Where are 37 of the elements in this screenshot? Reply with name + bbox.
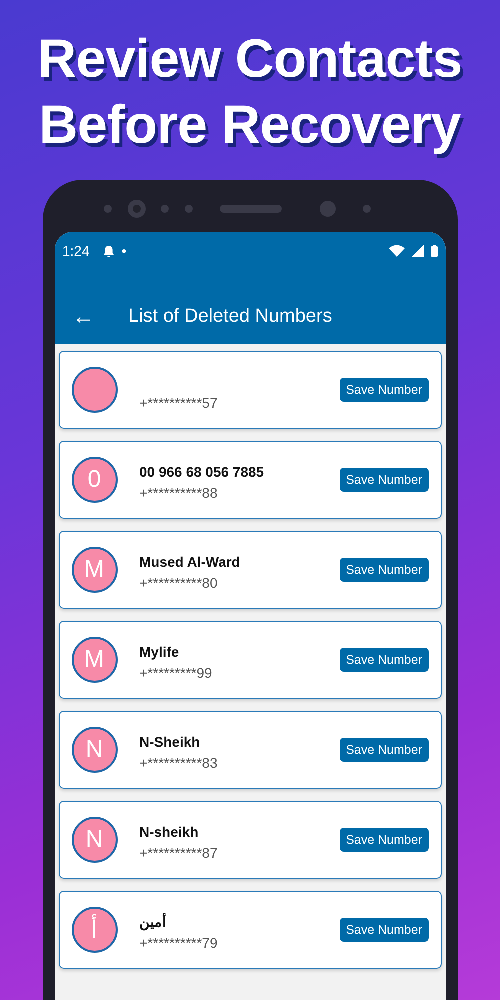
contact-name: 00 966 68 056 7885	[140, 464, 266, 480]
masked-number: +**********79	[140, 934, 219, 950]
avatar: M	[72, 547, 118, 593]
battery-icon	[430, 245, 438, 257]
contact-name: أمين	[140, 914, 168, 930]
save-number-button[interactable]: Save Number	[340, 828, 428, 852]
notification-dot: •	[122, 243, 127, 259]
avatar: N	[72, 817, 118, 863]
headline: Before Recovery	[39, 94, 461, 156]
contact-name: N-Sheikh	[140, 734, 202, 750]
avatar: N	[72, 727, 118, 773]
contact-name: Mylife	[140, 644, 180, 660]
masked-number: +*********99	[140, 664, 214, 680]
masked-number: +**********88	[140, 484, 219, 500]
save-number-button[interactable]: Save Number	[340, 648, 428, 672]
status-time: 1:24	[62, 243, 90, 259]
back-button[interactable]: ←	[72, 306, 94, 328]
save-number-button[interactable]: Save Number	[340, 918, 428, 942]
masked-number: +**********57	[140, 394, 219, 410]
avatar: M	[72, 637, 118, 683]
headline: Review Contacts	[38, 28, 462, 90]
screen-title: List of Deleted Numbers	[128, 306, 332, 328]
signal-icon	[412, 245, 424, 257]
wifi-icon	[388, 245, 404, 257]
masked-number: +**********80	[140, 574, 219, 590]
masked-number: +**********83	[140, 754, 219, 770]
avatar	[72, 367, 118, 413]
avatar: أ	[72, 907, 118, 953]
save-number-button[interactable]: Save Number	[340, 378, 428, 402]
avatar: 0	[72, 457, 118, 503]
bell-icon	[102, 244, 115, 258]
save-number-button[interactable]: Save Number	[340, 468, 428, 492]
contact-name: Mused Al-Ward	[140, 554, 242, 570]
masked-number: +**********87	[140, 844, 219, 860]
save-number-button[interactable]: Save Number	[340, 738, 428, 762]
save-number-button[interactable]: Save Number	[340, 558, 428, 582]
contact-name: N-sheikh	[140, 824, 200, 840]
